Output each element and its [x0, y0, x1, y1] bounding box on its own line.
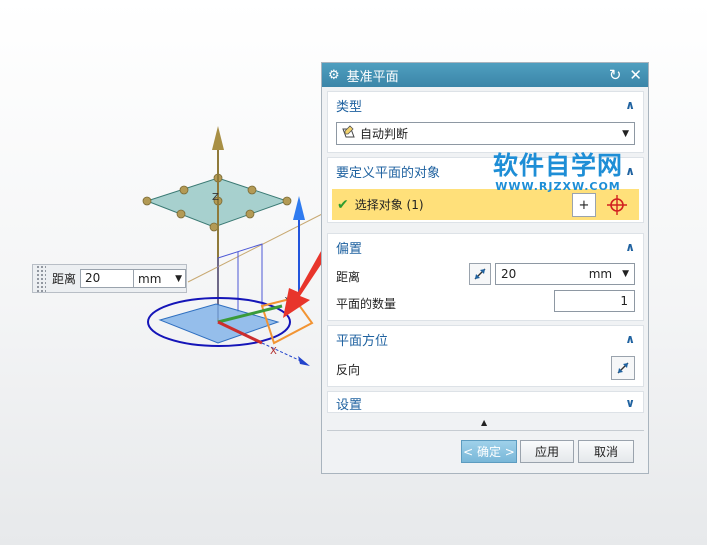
section-settings-label: 设置	[336, 397, 363, 413]
select-object-row[interactable]: ✔ 选择对象 (1) +	[332, 189, 639, 220]
section-offset-label: 偏置	[336, 241, 363, 257]
close-icon[interactable]: ✕	[629, 66, 642, 84]
plane-count-value: 1	[620, 294, 628, 308]
add-point-button[interactable]: +	[572, 193, 596, 217]
section-type-header[interactable]: 类型 ∧	[328, 92, 643, 118]
cancel-button[interactable]: 取消	[578, 440, 634, 463]
crosshair-icon	[607, 195, 627, 215]
reverse-offset-button[interactable]	[469, 263, 491, 285]
dialog-title: 基准平面	[346, 69, 399, 85]
section-offset: 偏置 ∧ 距离 20 mm ▼ 平面的数量 1	[327, 233, 644, 321]
section-settings: 设置 ∨	[327, 391, 644, 413]
floating-distance-input[interactable]: 20	[80, 269, 135, 288]
x-dir-arrowhead	[298, 356, 310, 366]
chevron-down-icon: ▼	[622, 128, 629, 139]
reverse-arrows-icon	[474, 268, 486, 280]
floating-distance-label: 距离	[52, 272, 77, 286]
chevron-down-icon: ▼	[175, 273, 183, 284]
x-axis-label: X	[270, 346, 277, 357]
gear-icon[interactable]: ⚙	[328, 68, 340, 83]
floating-distance-box[interactable]: 距离 20 mm ▼	[32, 264, 187, 293]
section-offset-header[interactable]: 偏置 ∧	[328, 234, 643, 260]
chevron-up-icon[interactable]: ∧	[625, 164, 635, 178]
checkmark-icon: ✔	[337, 196, 349, 213]
type-dropdown[interactable]: 自动判断 ▼	[336, 122, 635, 145]
chevron-up-icon[interactable]: ∧	[625, 98, 635, 112]
section-type: 类型 ∧ 自动判断 ▼	[327, 91, 644, 153]
reset-icon[interactable]: ↻	[609, 66, 622, 84]
z-arrowhead[interactable]	[293, 196, 305, 220]
expand-more-icon[interactable]: ▲	[481, 418, 487, 427]
plane-count-input[interactable]: 1	[554, 290, 635, 312]
plane-type-icon	[342, 125, 356, 142]
select-object-label: 选择对象 (1)	[354, 198, 424, 212]
section-object: 要定义平面的对象 ∧ ✔ 选择对象 (1) +	[327, 157, 644, 223]
normal-arrowhead[interactable]	[212, 126, 224, 150]
drag-grip[interactable]	[36, 265, 46, 292]
floating-unit-value: mm	[138, 271, 162, 286]
offset-distance-value: 20	[501, 267, 517, 281]
chevron-down-icon: ▼	[622, 269, 629, 279]
offset-distance-label: 距离	[336, 270, 361, 284]
apply-button[interactable]: 应用	[520, 440, 574, 463]
section-settings-header[interactable]: 设置 ∨	[328, 392, 643, 414]
offset-distance-input[interactable]: 20 mm ▼	[495, 263, 635, 285]
plus-icon: +	[578, 197, 590, 213]
chevron-up-icon[interactable]: ∧	[625, 332, 635, 346]
ok-button[interactable]: < 确定 >	[461, 440, 517, 463]
section-orientation-header[interactable]: 平面方位 ∧	[328, 326, 643, 352]
offset-distance-unit: mm	[588, 267, 613, 281]
z-axis-label: Z	[212, 192, 219, 203]
type-dropdown-value: 自动判断	[360, 127, 409, 141]
section-object-header[interactable]: 要定义平面的对象 ∧	[328, 158, 643, 184]
section-orientation-label: 平面方位	[336, 333, 389, 349]
point-dialog-button[interactable]	[602, 193, 632, 217]
reverse-direction-label: 反向	[336, 363, 361, 377]
chevron-down-icon[interactable]: ∨	[625, 396, 635, 410]
divider	[327, 430, 644, 431]
reverse-arrows-icon	[617, 362, 629, 374]
floating-unit-dropdown[interactable]: mm ▼	[134, 269, 187, 288]
datum-plane-dialog: ⚙ 基准平面 ↻ ✕ 类型 ∧ 自动判断 ▼ 要定义平面的对象 ∧ ✔ 选择对象…	[321, 62, 649, 474]
section-object-label: 要定义平面的对象	[336, 165, 441, 181]
section-orientation: 平面方位 ∧ 反向	[327, 325, 644, 387]
reverse-direction-button[interactable]	[611, 356, 635, 380]
dialog-titlebar[interactable]: ⚙ 基准平面 ↻ ✕	[322, 63, 648, 87]
plane-count-label: 平面的数量	[336, 297, 397, 311]
section-type-label: 类型	[336, 99, 363, 115]
chevron-up-icon[interactable]: ∧	[625, 240, 635, 254]
